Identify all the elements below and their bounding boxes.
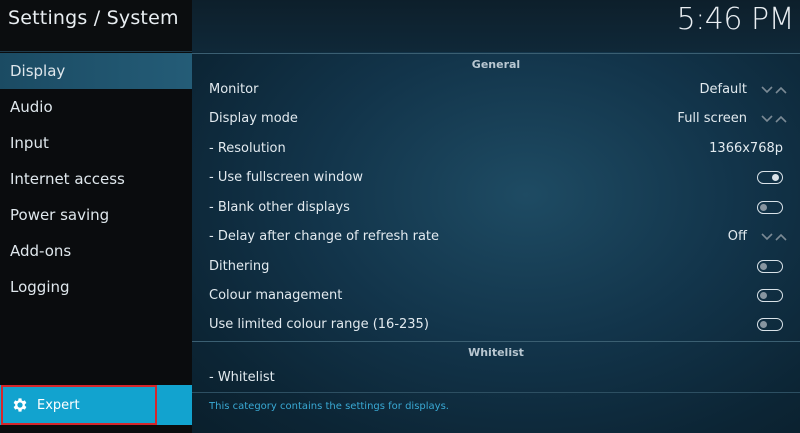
sidebar-item-logging[interactable]: Logging [0, 269, 192, 305]
sidebar: Settings / System Display Audio Input In… [0, 0, 192, 433]
setting-value: Default [699, 82, 748, 97]
setting-label: Dithering [209, 259, 270, 274]
settings-panel: 5:46 PM General Monitor Default Display … [192, 0, 800, 433]
sidebar-item-add-ons[interactable]: Add-ons [0, 233, 192, 269]
setting-row-whitelist[interactable]: - Whitelist [192, 363, 800, 392]
sidebar-item-audio[interactable]: Audio [0, 89, 192, 125]
chevron-up-icon[interactable] [775, 233, 787, 241]
spinner-arrows[interactable] [761, 85, 787, 94]
toggle-switch[interactable] [757, 318, 783, 331]
toggle-knob [760, 262, 767, 270]
setting-row-resolution[interactable]: - Resolution 1366x768p [192, 134, 800, 163]
chevron-up-icon[interactable] [775, 86, 787, 94]
spinner-arrows[interactable] [761, 114, 787, 123]
footer-divider [192, 392, 800, 393]
toggle-knob [772, 173, 779, 181]
spinner-arrows[interactable] [761, 232, 787, 241]
section-header-general: General [192, 53, 800, 75]
setting-label: Display mode [209, 111, 298, 126]
header-right: 5:46 PM [192, 0, 800, 52]
setting-value: 1366x768p [709, 141, 783, 156]
settings-level-button[interactable]: Expert [1, 385, 157, 425]
setting-label: Use limited colour range (16-235) [209, 317, 429, 332]
gear-icon [13, 398, 27, 412]
setting-label: - Blank other displays [209, 200, 350, 215]
category-description: This category contains the settings for … [209, 401, 449, 412]
toggle-knob [760, 203, 767, 211]
sidebar-menu: Display Audio Input Internet access Powe… [0, 53, 192, 305]
section-header-whitelist: Whitelist [192, 341, 800, 363]
setting-row-dithering[interactable]: Dithering [192, 252, 800, 281]
setting-row-colour-management[interactable]: Colour management [192, 281, 800, 310]
toggle-switch[interactable] [757, 260, 783, 273]
chevron-up-icon[interactable] [775, 115, 787, 123]
sidebar-item-power-saving[interactable]: Power saving [0, 197, 192, 233]
setting-label: Monitor [209, 82, 259, 97]
toggle-switch[interactable] [757, 201, 783, 214]
setting-row-monitor[interactable]: Monitor Default [192, 75, 800, 104]
setting-row-use-fullscreen-window[interactable]: - Use fullscreen window [192, 163, 800, 192]
setting-row-delay-refresh-rate[interactable]: - Delay after change of refresh rate Off [192, 222, 800, 251]
setting-row-display-mode[interactable]: Display mode Full screen [192, 104, 800, 133]
setting-label: - Resolution [209, 141, 286, 156]
setting-value: Off [727, 229, 747, 244]
setting-label: - Delay after change of refresh rate [209, 229, 440, 244]
settings-level-label: Expert [37, 397, 80, 413]
setting-label: - Whitelist [209, 370, 275, 385]
chevron-down-icon[interactable] [761, 85, 773, 94]
sidebar-item-input[interactable]: Input [0, 125, 192, 161]
toggle-knob [760, 320, 767, 328]
page-title: Settings / System [8, 7, 179, 29]
setting-label: - Use fullscreen window [209, 170, 363, 185]
toggle-knob [760, 291, 767, 299]
toggle-switch[interactable] [757, 171, 783, 184]
chevron-down-icon[interactable] [761, 232, 773, 241]
sidebar-item-internet-access[interactable]: Internet access [0, 161, 192, 197]
setting-row-limited-colour-range[interactable]: Use limited colour range (16-235) [192, 310, 800, 339]
toggle-switch[interactable] [757, 289, 783, 302]
chevron-down-icon[interactable] [761, 114, 773, 123]
clock: 5:46 PM [676, 2, 795, 37]
setting-value: Full screen [677, 111, 747, 126]
sidebar-item-display[interactable]: Display [0, 53, 192, 89]
header-left: Settings / System [0, 0, 192, 52]
setting-label: Colour management [209, 288, 343, 303]
setting-row-blank-other-displays[interactable]: - Blank other displays [192, 193, 800, 222]
